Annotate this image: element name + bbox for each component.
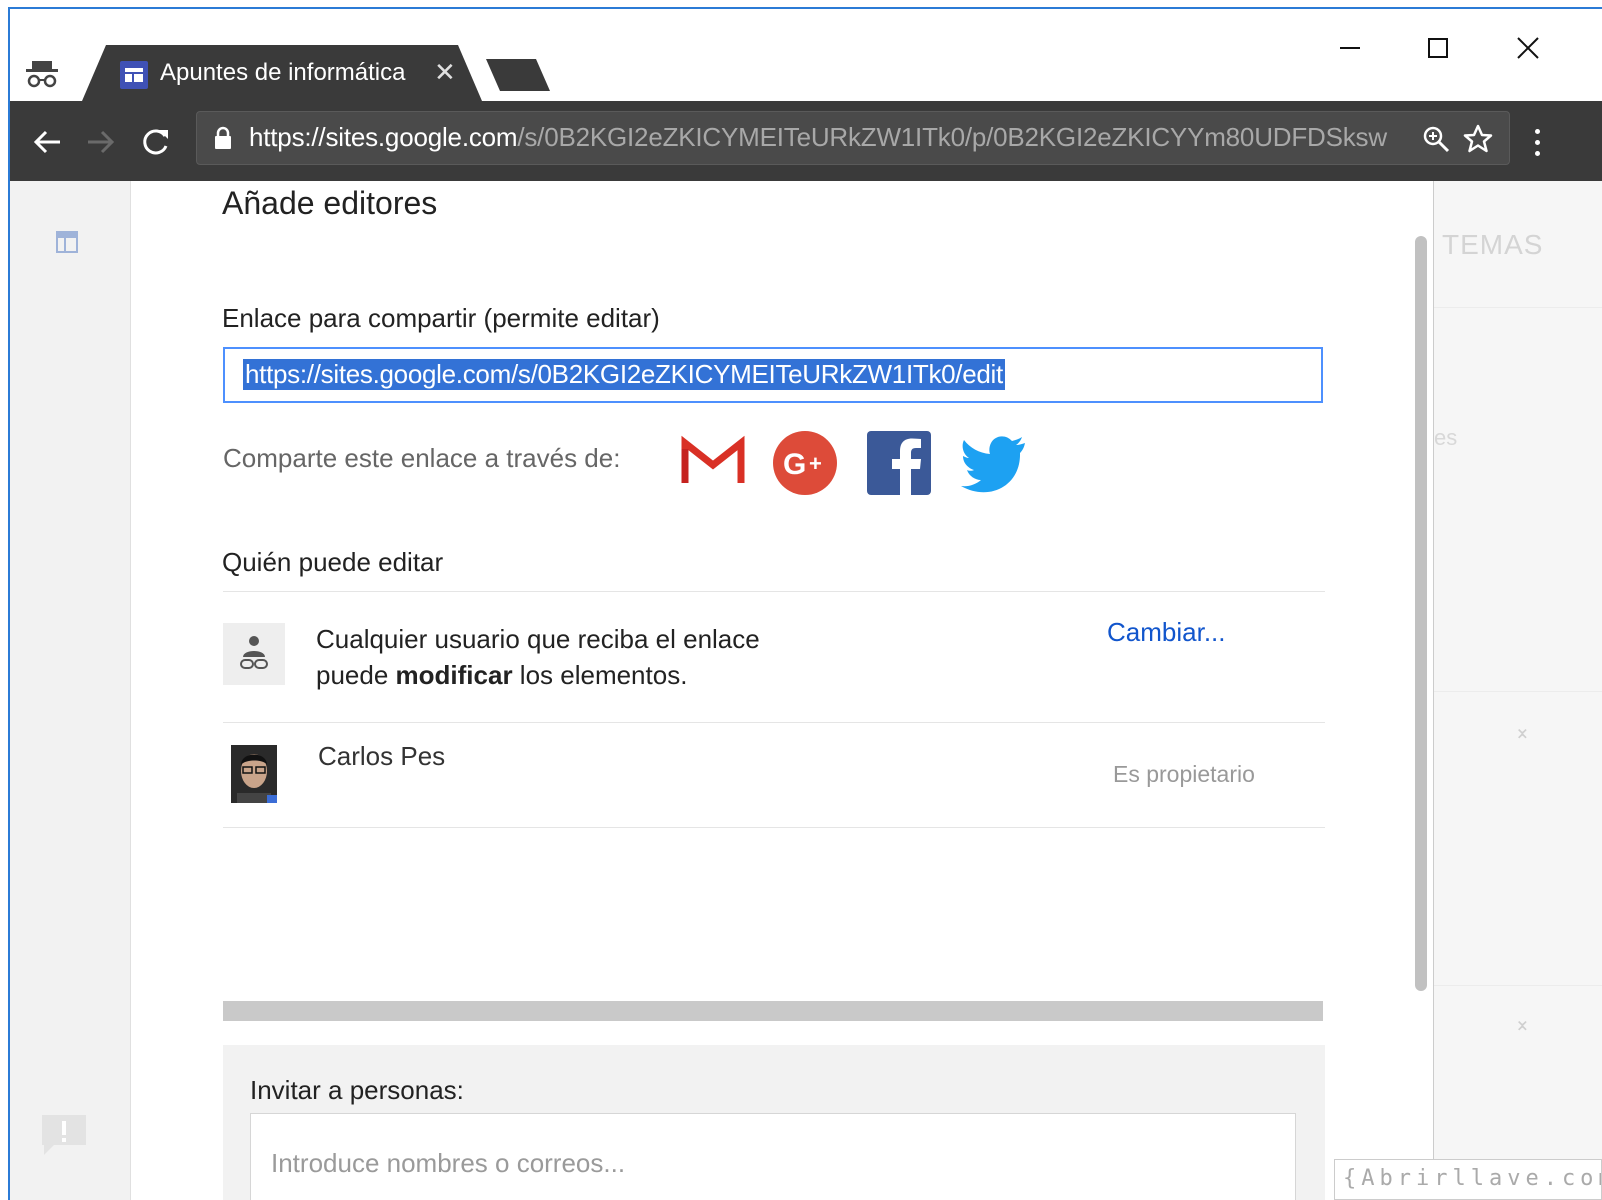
divider bbox=[223, 827, 1325, 828]
forward-icon bbox=[88, 130, 115, 154]
gmail-icon bbox=[681, 435, 745, 485]
google-plus-share-button[interactable]: G + bbox=[771, 429, 839, 497]
new-tab-button[interactable] bbox=[486, 59, 552, 98]
link-access-description: Cualquier usuario que reciba el enlace p… bbox=[316, 624, 760, 690]
change-access-link[interactable]: Cambiar... bbox=[1107, 617, 1226, 648]
owner-role: Es propietario bbox=[1113, 761, 1255, 787]
reload-button[interactable] bbox=[134, 121, 176, 163]
divider bbox=[223, 722, 1325, 723]
tab-close-icon[interactable]: ✕ bbox=[434, 57, 456, 88]
twitter-icon bbox=[961, 436, 1025, 493]
minimize-button[interactable] bbox=[1320, 23, 1380, 73]
divider bbox=[223, 591, 1325, 592]
invite-label: Invitar a personas: bbox=[250, 1075, 464, 1105]
expand-collapse-icon[interactable]: ⌄ ⌃ bbox=[1514, 1010, 1531, 1044]
browser-toolbar: https://sites.google.com/s/0B2KGI2eZKICY… bbox=[10, 101, 1602, 181]
star-icon[interactable] bbox=[1461, 122, 1495, 156]
close-icon bbox=[1517, 37, 1539, 59]
who-can-edit-label: Quién puede editar bbox=[222, 547, 444, 577]
left-rail bbox=[10, 181, 130, 1200]
facebook-icon bbox=[867, 431, 931, 495]
google-plus-icon: G + bbox=[773, 431, 837, 495]
dialog-title: Añade editores bbox=[222, 185, 438, 221]
invite-input[interactable] bbox=[250, 1113, 1296, 1200]
feedback-icon[interactable] bbox=[40, 1111, 88, 1159]
twitter-share-button[interactable] bbox=[959, 429, 1027, 497]
forward-button[interactable] bbox=[80, 121, 122, 163]
reload-icon bbox=[143, 129, 168, 155]
menu-icon[interactable] bbox=[1522, 121, 1552, 163]
svg-text:G: G bbox=[783, 448, 806, 481]
expand-collapse-icon[interactable]: ⌄ ⌃ bbox=[1514, 718, 1531, 752]
url-text: https://sites.google.com/s/0B2KGI2eZKICY… bbox=[249, 122, 1387, 152]
right-panel: TEMAS es ⌄ ⌃ ⌄ ⌃ bbox=[1434, 181, 1602, 1200]
maximize-button[interactable] bbox=[1408, 23, 1468, 73]
svg-text:+: + bbox=[809, 451, 822, 476]
add-editors-dialog: Añade editores Enlace para compartir (pe… bbox=[130, 181, 1434, 1200]
back-button[interactable] bbox=[26, 121, 68, 163]
dialog-scrollbar[interactable] bbox=[1415, 236, 1427, 991]
avatar bbox=[231, 745, 277, 803]
maximize-icon bbox=[1428, 38, 1448, 58]
share-link-value: https://sites.google.com/s/0B2KGI2eZKICY… bbox=[243, 359, 1005, 390]
minimize-icon bbox=[1340, 47, 1360, 49]
share-via-label: Comparte este enlace a través de: bbox=[223, 443, 621, 473]
facebook-share-button[interactable] bbox=[865, 429, 933, 497]
divider bbox=[1434, 691, 1602, 692]
back-icon bbox=[33, 130, 60, 154]
browser-window: Apuntes de informática ✕ https://sites.g… bbox=[8, 7, 1602, 1200]
zoom-icon[interactable] bbox=[1419, 122, 1453, 156]
divider bbox=[1434, 985, 1602, 986]
share-link-field[interactable]: https://sites.google.com/s/0B2KGI2eZKICY… bbox=[223, 347, 1323, 403]
link-sharing-icon bbox=[223, 623, 285, 685]
address-bar[interactable]: https://sites.google.com/s/0B2KGI2eZKICY… bbox=[196, 111, 1510, 165]
tab-active[interactable]: Apuntes de informática ✕ bbox=[82, 45, 482, 101]
invite-section: Invitar a personas: bbox=[223, 1045, 1325, 1200]
close-window-button[interactable] bbox=[1498, 23, 1558, 73]
watermark: {Abrirllave.com bbox=[1334, 1159, 1602, 1200]
pages-icon[interactable] bbox=[56, 231, 78, 253]
separator-bar bbox=[223, 1001, 1323, 1021]
gmail-share-button[interactable] bbox=[679, 429, 747, 497]
incognito-icon bbox=[22, 53, 62, 93]
title-bar: Apuntes de informática ✕ bbox=[10, 9, 1602, 101]
background-text: es bbox=[1434, 425, 1458, 450]
tab-title: Apuntes de informática bbox=[160, 59, 406, 86]
divider bbox=[1434, 307, 1602, 308]
owner-name: Carlos Pes bbox=[318, 741, 446, 771]
share-link-label: Enlace para compartir (permite editar) bbox=[222, 303, 660, 333]
sites-favicon-icon bbox=[120, 61, 148, 89]
themes-heading: TEMAS bbox=[1442, 229, 1544, 260]
page-content: TEMAS es ⌄ ⌃ ⌄ ⌃ Añade editores Enlace par… bbox=[10, 181, 1602, 1200]
lock-icon bbox=[215, 126, 231, 149]
